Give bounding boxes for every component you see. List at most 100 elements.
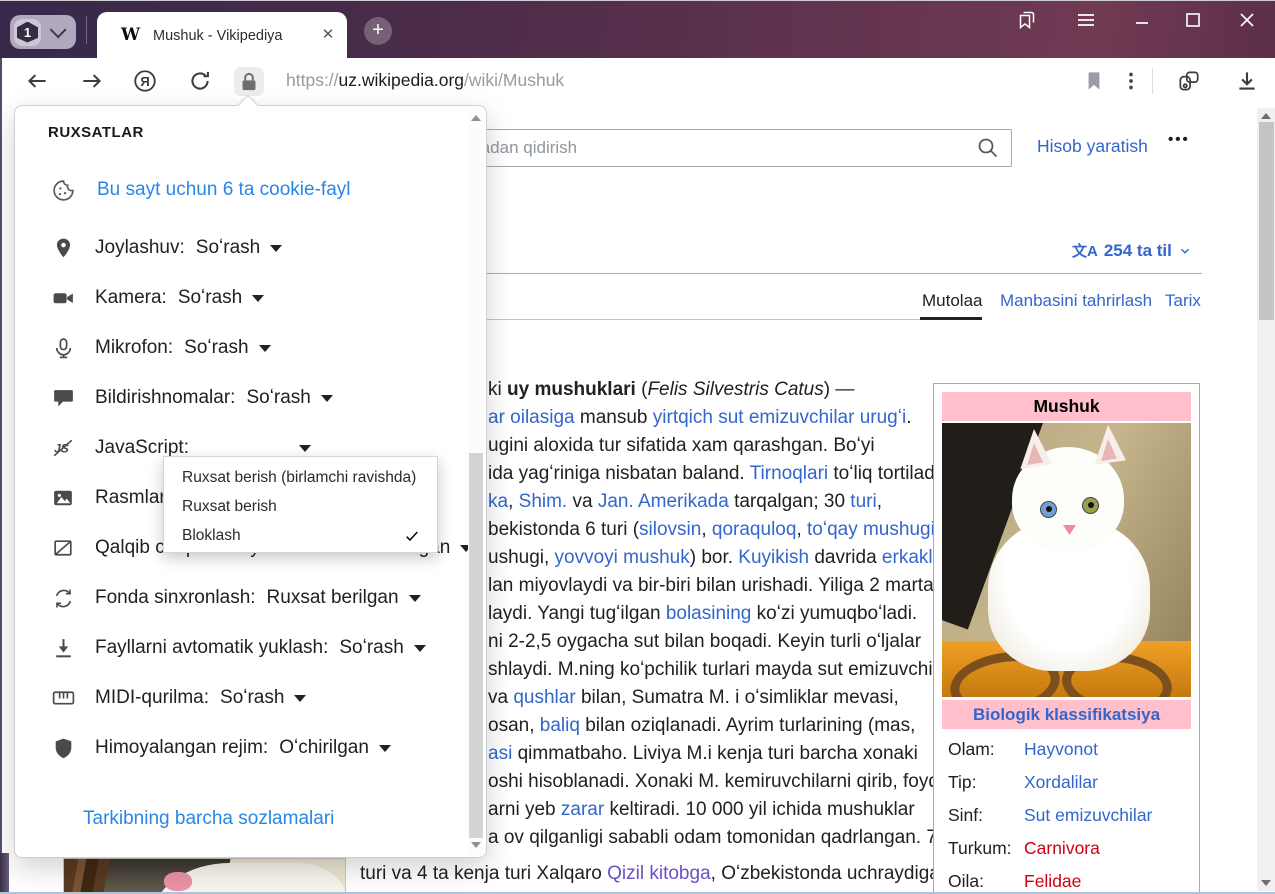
page-tab-mutolaa[interactable]: Mutolaa [922, 291, 982, 311]
minimize-button[interactable] [1130, 8, 1154, 32]
article-link[interactable]: toʻqay mushugi [807, 519, 935, 540]
panel-scroll-up-icon[interactable] [471, 115, 481, 121]
downloads-icon[interactable] [1234, 68, 1260, 94]
maximize-button[interactable] [1181, 8, 1205, 32]
article-text: tarqalgan; 30 [729, 491, 850, 512]
midi-icon [51, 686, 77, 710]
panel-title: RUXSATLAR [48, 124, 144, 141]
forward-button[interactable] [79, 68, 105, 94]
permission-value-dropdown[interactable]: Oʻchirilgan [279, 737, 391, 759]
permission-value-dropdown[interactable]: Soʻrash [220, 687, 306, 709]
hamburger-menu-icon[interactable] [1074, 8, 1098, 32]
site-info-lock-button[interactable] [234, 67, 264, 96]
taxon-link[interactable]: Carnivora [1024, 838, 1100, 858]
article-link[interactable]: baliq [540, 715, 580, 736]
popup-icon [51, 536, 77, 560]
cookies-row: Bu sayt uchun 6 ta cookie-fayl [51, 172, 350, 208]
kebab-menu-icon[interactable] [1118, 68, 1144, 94]
languages-icon: 文A [1072, 240, 1098, 261]
panel-scrollbar[interactable] [468, 108, 484, 855]
article-text: laydi. Yangi tugʻilgan [488, 603, 666, 624]
taxon-rank-label: Turkum: [948, 838, 1024, 859]
active-tab[interactable]: W Mushuk - Vikipediya ✕ [97, 12, 347, 58]
article-text-line: ka, Shim. va Jan. Amerikada tarqalgan; 3… [488, 490, 882, 514]
permission-row: Mikrofon: Soʻrash [51, 323, 456, 373]
permission-value-dropdown[interactable]: Soʻrash [178, 287, 264, 309]
article-text: davrida [809, 547, 882, 568]
article-text: qimmatbaho. Liviya M.i kenja turi barcha… [512, 743, 918, 764]
content-settings-link[interactable]: Tarkibning barcha sozlamalari [83, 808, 334, 830]
article-link[interactable]: yirtqich sut emizuvchilar urugʻi [653, 407, 906, 428]
article-link[interactable]: yovvoyi mushuk [555, 547, 690, 568]
permission-label: Kamera: [95, 287, 167, 309]
panel-scrollbar-thumb[interactable] [469, 453, 483, 838]
permission-value: Soʻrash [220, 687, 284, 709]
menu-item[interactable]: Bloklash [164, 521, 437, 550]
page-tab-tarix[interactable]: Tarix [1165, 291, 1201, 311]
infobox-title: Mushuk [942, 392, 1191, 421]
scroll-up-icon[interactable] [1261, 113, 1271, 119]
new-tab-button[interactable]: + [364, 17, 392, 45]
wikipedia-favicon: W [121, 25, 140, 45]
article-text: a ov qilganligi sababli odam tomonidan q… [488, 827, 937, 848]
language-selector[interactable]: 文A 254 ta til [1072, 240, 1192, 261]
article-link[interactable]: Kuyikish [738, 547, 809, 568]
article-link[interactable]: ar oilasiga [488, 407, 575, 428]
create-account-link[interactable]: Hisob yaratish [1037, 136, 1148, 157]
article-link[interactable]: zarar [561, 799, 604, 820]
permission-row: Joylashuv:Soʻrash [51, 223, 456, 273]
permission-value-dropdown[interactable]: Ruxsat berilgan [267, 587, 421, 609]
back-button[interactable] [24, 68, 50, 94]
article-link[interactable]: turi [850, 491, 876, 512]
article-link[interactable]: silovsin [639, 519, 701, 540]
article-link[interactable]: Shim. [519, 491, 568, 512]
search-icon[interactable] [976, 136, 1000, 160]
article-text-line: ar oilasiga mansub yirtqich sut emizuvch… [488, 406, 911, 430]
menu-item[interactable]: Ruxsat berish (birlamchi ravishda) [164, 463, 437, 492]
reload-icon[interactable] [187, 68, 213, 94]
tab-groups-button[interactable]: 1 [10, 15, 76, 49]
article-link[interactable]: bolasining [666, 603, 752, 624]
article-text-line: ni 2-2,5 oygacha sut bilan boqadi. Keyin… [488, 630, 921, 654]
article-text: ni 2-2,5 oygacha sut bilan boqadi. Keyin… [488, 631, 921, 652]
article-link[interactable]: qoraquloq [712, 519, 797, 540]
article-link[interactable]: ka [488, 491, 508, 512]
taxon-link[interactable]: Felidae [1024, 871, 1081, 891]
close-button[interactable] [1235, 8, 1259, 32]
scroll-down-icon[interactable] [1261, 880, 1271, 886]
permission-row: Himoyalangan rejim:Oʻchirilgan [51, 723, 456, 773]
permission-value-dropdown[interactable]: Soʻrash [246, 387, 332, 409]
permission-value-dropdown[interactable] [289, 445, 311, 452]
page-scrollbar-thumb[interactable] [1259, 122, 1274, 320]
bookmark-icon[interactable] [1081, 68, 1107, 94]
address-url[interactable]: https://uz.wikipedia.org/wiki/Mushuk [286, 70, 564, 91]
article-text: , [508, 491, 519, 512]
article-link[interactable]: qushlar [513, 687, 575, 708]
panel-scroll-down-icon[interactable] [471, 842, 481, 848]
taxon-link[interactable]: Sut emizuvchilar [1024, 805, 1152, 825]
page-tab-manbasini-tahrirlash[interactable]: Manbasini tahrirlash [1000, 291, 1152, 311]
permission-label: Mikrofon: [95, 337, 173, 359]
article-link[interactable]: asi [488, 743, 512, 764]
protect-extension-icon[interactable] [1176, 68, 1202, 94]
page-scrollbar[interactable] [1257, 108, 1275, 891]
taxon-link[interactable]: Xordalilar [1024, 772, 1098, 792]
taxon-link[interactable]: Hayvonot [1024, 739, 1098, 759]
article-link[interactable]: Qizil kitobga [607, 863, 711, 884]
article-link[interactable]: Tirnoqlari [750, 463, 829, 484]
permission-value-dropdown[interactable]: Soʻrash [184, 337, 270, 359]
article-text: mansub [575, 407, 653, 428]
article-link[interactable]: Jan. Amerikada [598, 491, 729, 512]
permission-value-dropdown[interactable]: Soʻrash [339, 637, 425, 659]
classification-header: Biologik klassifikatsiya [942, 700, 1191, 729]
taxon-rank-label: Sinf: [948, 805, 1024, 826]
article-image-cat-closeup[interactable] [63, 858, 346, 894]
yandex-search-icon[interactable]: Я [132, 68, 158, 94]
page-more-menu[interactable]: ••• [1168, 131, 1190, 148]
permission-value-dropdown[interactable]: Soʻrash [196, 237, 282, 259]
menu-item[interactable]: Ruxsat berish [164, 492, 437, 521]
url-path: /wiki/Mushuk [464, 70, 564, 90]
side-panels-icon[interactable] [1015, 8, 1039, 32]
tab-close-icon[interactable]: ✕ [317, 24, 339, 46]
cookies-link[interactable]: Bu sayt uchun 6 ta cookie-fayl [97, 179, 350, 201]
